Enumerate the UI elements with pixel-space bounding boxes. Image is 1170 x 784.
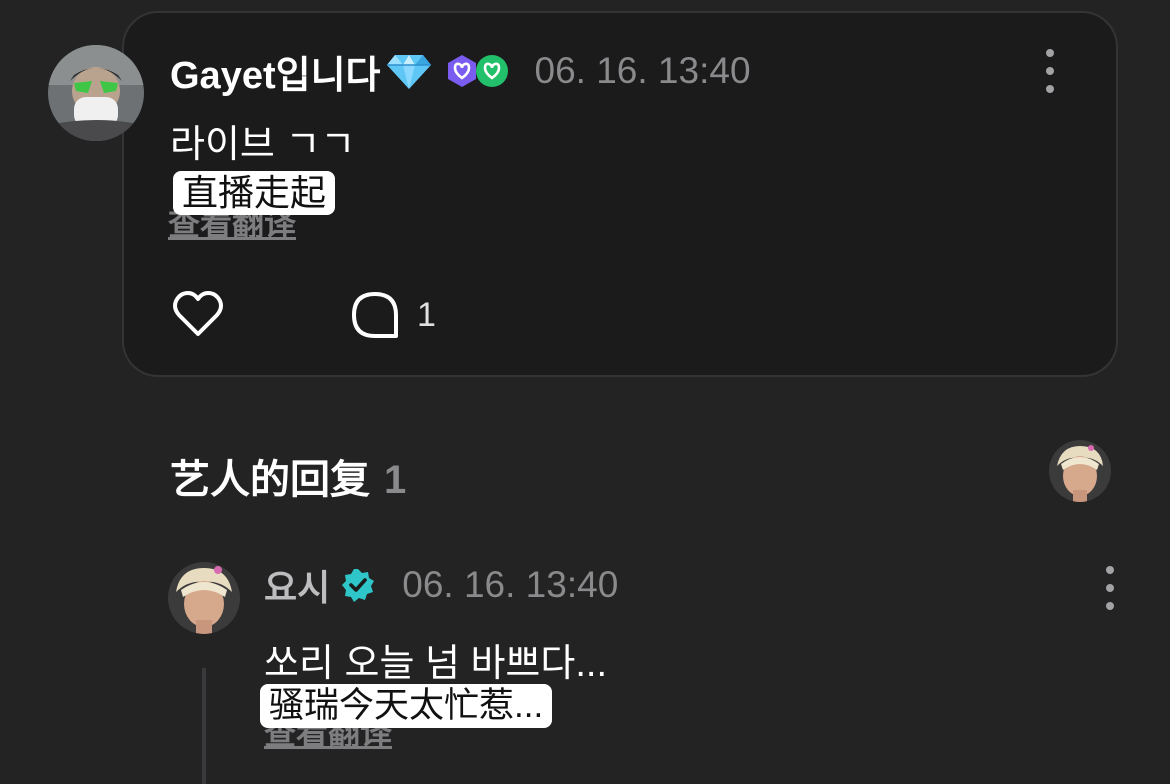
heart-icon[interactable] (171, 289, 225, 339)
author-avatar[interactable] (48, 45, 144, 141)
diamond-icon (386, 55, 431, 89)
post-body: 라이브 ㄱㄱ (170, 124, 356, 166)
reply-translation-overlay: 骚瑞今天太忙惹... (260, 684, 553, 728)
author-name[interactable]: Gayet입니다 (170, 44, 381, 99)
reply-header: 요시 06. 16. 13:40 (264, 562, 618, 608)
post-timestamp: 06. 16. 13:40 (534, 50, 751, 91)
reply-author-avatar[interactable] (168, 562, 240, 634)
comment-bubble-icon[interactable] (350, 290, 400, 340)
membership-badges (445, 54, 509, 88)
translation-overlay: 直播走起 (173, 171, 336, 215)
artist-replies-heading: 艺人的回复 1 (170, 447, 406, 505)
reply-author-name[interactable]: 요시 (264, 559, 330, 611)
more-vertical-icon[interactable] (1042, 49, 1058, 93)
artist-replies-count: 1 (384, 458, 407, 502)
comment-count: 1 (417, 296, 436, 334)
artist-avatar[interactable] (1049, 440, 1111, 502)
more-vertical-icon[interactable] (1102, 566, 1118, 610)
purple-heart-badge-icon (447, 55, 476, 87)
green-heart-badge-icon (475, 55, 508, 87)
thread-line (202, 668, 206, 784)
reply-body: 쏘리 오늘 넘 바쁘다... (264, 643, 608, 685)
verified-badge-icon (342, 569, 375, 602)
artist-replies-title: 艺人的回复 (170, 458, 370, 502)
reply-timestamp: 06. 16. 13:40 (402, 564, 619, 605)
post-header: Gayet입니다 06. 16. 13:40 (170, 44, 751, 99)
fan-community-post-view: Gayet입니다 06. 16. 13:40 라이브 ㄱㄱ 查看翻译 直播走起 (0, 0, 1170, 784)
